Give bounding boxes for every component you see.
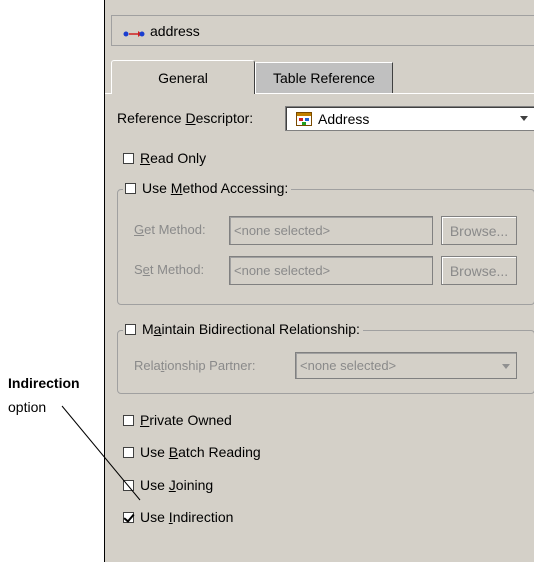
mapping-editor-panel: address General Table Reference Referenc… (104, 0, 534, 562)
read-only-checkbox[interactable]: Read Only (123, 150, 206, 166)
mapping-name: address (150, 22, 200, 39)
tab-table-reference[interactable]: Table Reference (255, 62, 393, 93)
chevron-down-icon (502, 364, 510, 369)
use-joining-checkbox[interactable]: Use Joining (123, 477, 213, 493)
use-indirection-box[interactable] (123, 511, 134, 523)
callout-title: Indirection (8, 375, 80, 391)
get-method-field: <none selected> (229, 216, 433, 245)
use-joining-box[interactable] (123, 479, 134, 491)
chevron-down-icon[interactable] (520, 115, 528, 121)
descriptor-class-icon (296, 111, 312, 126)
maintain-bidirectional-checkbox[interactable]: Maintain Bidirectional Relationship: (123, 321, 363, 337)
get-method-browse-button: Browse... (441, 216, 517, 245)
set-method-browse-button: Browse... (441, 256, 517, 285)
use-indirection-label: Use Indirection (140, 509, 234, 525)
maintain-bidirectional-label: Maintain Bidirectional Relationship: (142, 321, 360, 337)
use-indirection-checkbox[interactable]: Use Indirection (123, 509, 233, 525)
reference-descriptor-label: Reference Descriptor: (117, 110, 254, 126)
reference-descriptor-value: Address (318, 110, 370, 127)
use-method-accessing-checkbox[interactable]: Use Method Accessing: (123, 180, 292, 196)
set-method-field: <none selected> (229, 256, 433, 285)
use-batch-reading-checkbox[interactable]: Use Batch Reading (123, 444, 261, 460)
tab-general[interactable]: General (111, 60, 255, 94)
relationship-partner-combo: <none selected> (295, 352, 517, 379)
one-to-one-mapping-icon (122, 26, 146, 37)
private-owned-box[interactable] (123, 414, 134, 426)
set-method-label: Set Method: (134, 262, 205, 277)
method-accessing-group (117, 189, 534, 305)
reference-descriptor-combo[interactable]: Address (285, 106, 534, 131)
use-method-accessing-box[interactable] (125, 182, 136, 194)
tab-table-reference-label: Table Reference (273, 70, 375, 86)
get-method-label: Get Method: (134, 222, 206, 237)
callout-subtitle: option (8, 399, 47, 415)
use-batch-reading-label: Use Batch Reading (140, 444, 261, 460)
maintain-bidirectional-box[interactable] (125, 323, 136, 335)
private-owned-checkbox[interactable]: Private Owned (123, 412, 232, 428)
private-owned-label: Private Owned (140, 412, 232, 428)
tab-general-label: General (158, 69, 208, 86)
use-method-accessing-label: Use Method Accessing: (142, 180, 289, 196)
read-only-box[interactable] (123, 152, 134, 164)
read-only-label: Read Only (140, 150, 207, 166)
relationship-partner-value: <none selected> (300, 358, 397, 373)
use-joining-label: Use Joining (140, 477, 214, 493)
use-batch-reading-box[interactable] (123, 446, 134, 458)
relationship-partner-label: Relationship Partner: (134, 358, 256, 373)
mapping-name-bar: address (111, 15, 534, 46)
